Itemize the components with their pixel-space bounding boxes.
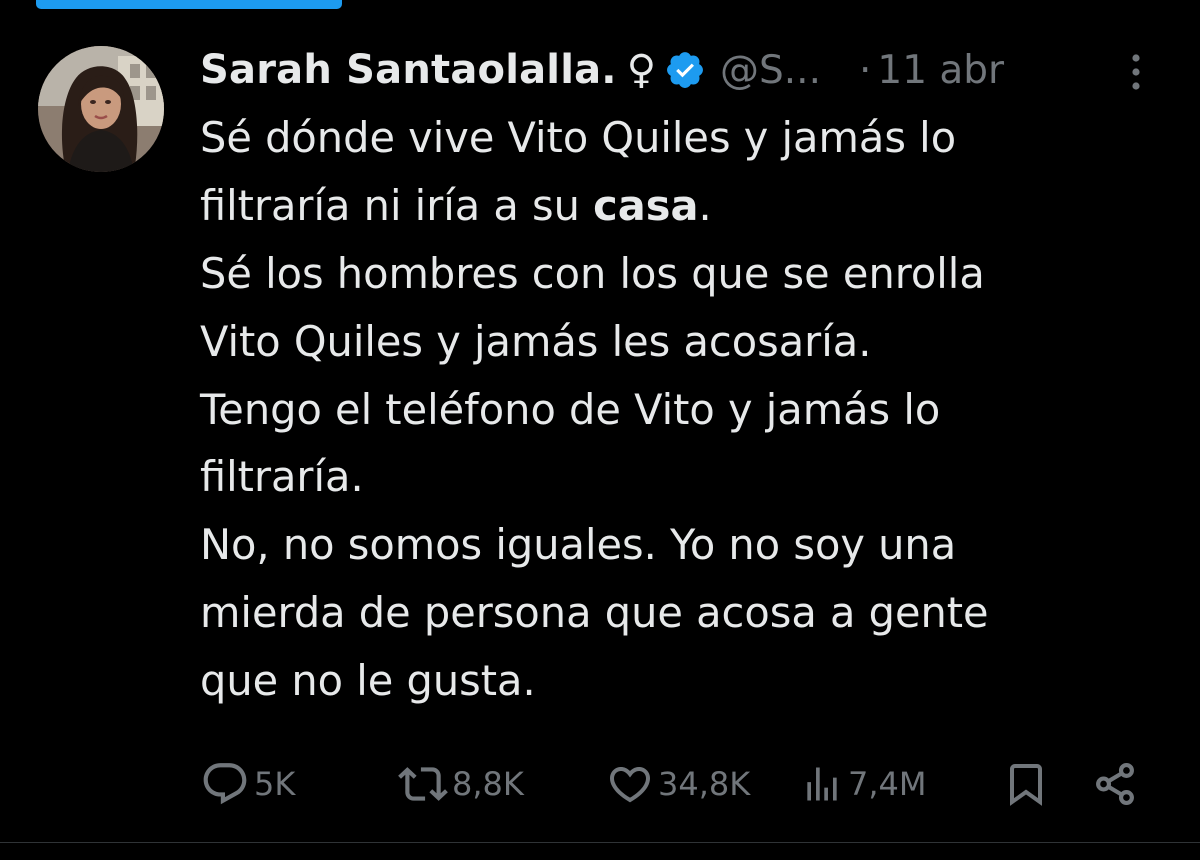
tweet-line: que no le gusta. — [200, 656, 536, 706]
repost-icon — [398, 759, 448, 809]
bookmark-button[interactable] — [1002, 752, 1050, 816]
user-handle[interactable]: @S... — [720, 48, 821, 93]
scroll-indicator-bar — [36, 0, 342, 9]
tweet-line: filtraría ni iría a su casa. — [200, 172, 1160, 240]
tweet-line: mierda de persona que acosa a gente — [200, 588, 989, 638]
tweet-text: Sé dónde vive Vito Quiles y jamás lo fil… — [200, 104, 1160, 715]
tweet-date[interactable]: 11 abr — [877, 48, 1004, 93]
repost-button[interactable]: 8,8K — [398, 752, 524, 816]
profile-photo — [38, 46, 164, 172]
verified-badge-icon — [664, 49, 706, 91]
tweet-line: No, no somos iguales. Yo no soy una — [200, 520, 957, 570]
bookmark-icon — [1002, 760, 1050, 808]
reply-button[interactable]: 5K — [200, 752, 295, 816]
reply-count: 5K — [254, 765, 296, 803]
action-bar: 5K 8,8K 34,8K 7,4M — [0, 752, 1200, 816]
more-vertical-icon[interactable] — [1118, 50, 1154, 94]
separator-dot: · — [858, 47, 872, 93]
tweet-line-end: . — [698, 180, 712, 230]
tweet-header: Sarah Santaolalla. ♀ @S... · 11 abr — [200, 40, 1160, 100]
tweet-bold-word: casa — [593, 180, 699, 230]
heart-icon — [606, 760, 654, 808]
share-icon — [1090, 759, 1140, 809]
avatar[interactable] — [38, 46, 164, 172]
repost-count: 8,8K — [452, 765, 524, 803]
share-button[interactable] — [1090, 752, 1140, 816]
tweet-line: Vito Quiles y jamás les acosaría. — [200, 316, 872, 366]
views-button[interactable]: 7,4M — [800, 752, 927, 816]
reply-icon — [200, 759, 250, 809]
name-symbol: ♀ — [626, 47, 657, 93]
tweet-line: Sé dónde vive Vito Quiles y jamás lo — [200, 113, 957, 162]
display-name[interactable]: Sarah Santaolalla. — [200, 47, 617, 93]
divider — [0, 842, 1200, 843]
like-count: 34,8K — [658, 765, 751, 803]
tweet-line: Tengo el teléfono de Vito y jamás lo — [200, 384, 941, 434]
like-button[interactable]: 34,8K — [606, 752, 750, 816]
tweet-line: Sé los hombres con los que se enrolla — [200, 248, 985, 298]
tweet-line-text: filtraría ni iría a su — [200, 180, 594, 230]
views-count: 7,4M — [848, 765, 927, 803]
views-icon — [800, 762, 844, 806]
tweet-line: filtraría. — [200, 452, 364, 502]
